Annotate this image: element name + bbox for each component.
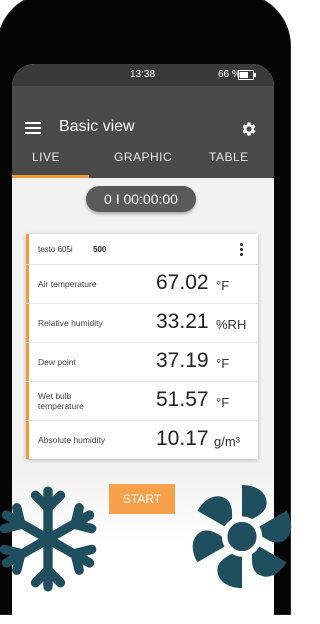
device-card: testo 605i 500 Air temperature 67.02 °F … — [26, 234, 258, 459]
tab-graphic[interactable]: GRAPHIC — [114, 150, 172, 164]
device-id: 500 — [93, 245, 107, 254]
reading-row: Dew point 37.19 °F — [26, 343, 258, 382]
reading-value: 33.21 — [156, 310, 209, 333]
menu-icon[interactable] — [25, 122, 41, 134]
reading-unit: g/m³ — [214, 434, 240, 449]
battery-icon — [238, 70, 256, 80]
reading-value: 67.02 — [156, 271, 209, 294]
status-bar: 13:38 66 % — [12, 64, 274, 86]
reading-label: Absolute humidity — [38, 435, 106, 445]
gear-icon[interactable] — [240, 120, 258, 138]
measurement-timer: 0 I 00:00:00 — [86, 186, 196, 212]
reading-row: Wet bulb temperature 51.57 °F — [26, 382, 258, 421]
reading-value: 37.19 — [156, 349, 209, 372]
snowflake-icon — [0, 486, 97, 592]
reading-row: Air temperature 67.02 °F — [26, 265, 258, 304]
kebab-icon[interactable] — [240, 243, 244, 257]
reading-unit: %RH — [216, 317, 247, 332]
start-button[interactable]: START — [109, 484, 175, 514]
fan-icon — [192, 484, 292, 589]
tab-table[interactable]: TABLE — [209, 150, 249, 164]
tab-bar: LIVE GRAPHIC TABLE — [12, 148, 274, 178]
status-time: 13:38 — [130, 69, 156, 80]
page-title: Basic view — [59, 118, 135, 135]
card-header: testo 605i 500 — [26, 234, 258, 265]
reading-label: Dew point — [38, 357, 76, 367]
reading-row: Relative humidity 33.21 %RH — [26, 304, 258, 343]
tab-live[interactable]: LIVE — [32, 150, 60, 164]
reading-label: Air temperature — [38, 279, 97, 289]
reading-unit: °F — [216, 356, 230, 371]
active-tab-indicator — [12, 175, 89, 178]
reading-unit: °F — [216, 395, 230, 410]
reading-unit: °F — [216, 278, 230, 293]
reading-value: 51.57 — [156, 388, 209, 411]
reading-label: Wet bulb temperature — [38, 391, 84, 411]
app-header: Basic view LIVE GRAPHIC TABLE — [12, 86, 274, 178]
reading-row: Absolute humidity 10.17 g/m³ — [26, 421, 258, 459]
device-name: testo 605i — [38, 245, 73, 254]
reading-label: Relative humidity — [38, 318, 103, 328]
reading-value: 10.17 — [156, 427, 209, 450]
